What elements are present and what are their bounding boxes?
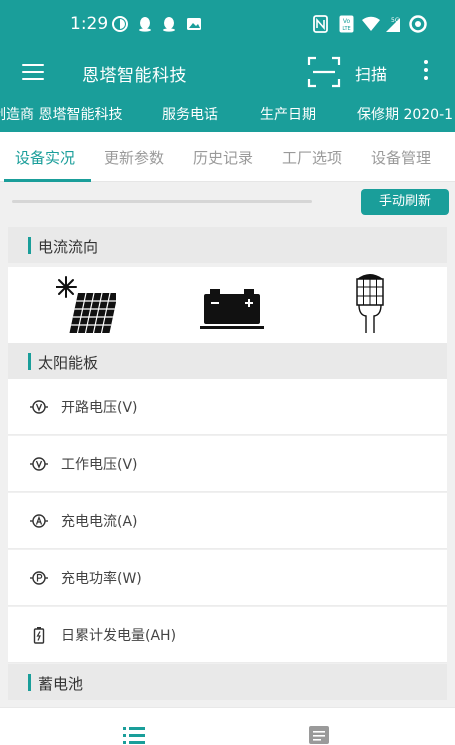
voltage-icon <box>30 400 48 414</box>
device-info-bar: 制造商 恩塔智能科技 服务电话 生产日期 保修期 2020-1 <box>0 96 455 132</box>
main-content[interactable]: 手动刷新 电流流向 太阳能板 开路电压(V) 工作电压(V) 充电电流(A) 充… <box>0 182 455 707</box>
sync-icon <box>409 15 427 33</box>
menu-icon[interactable] <box>22 64 44 80</box>
list-item-label: 充电功率(W) <box>61 571 142 587</box>
manual-refresh-button[interactable]: 手动刷新 <box>361 189 449 215</box>
app-title: 恩塔智能科技 <box>82 66 187 86</box>
list-item-label: 充电电流(A) <box>61 514 138 530</box>
volte-icon: VoLTE <box>339 15 354 33</box>
tab-device-management[interactable]: 设备管理 <box>371 147 431 168</box>
signal-5g-icon: 5G <box>386 17 400 32</box>
qq-icon-2 <box>163 17 175 32</box>
battery-charge-icon <box>33 627 45 644</box>
info-production-date: 生产日期 <box>260 107 316 123</box>
tab-history[interactable]: 历史记录 <box>193 147 253 168</box>
info-warranty: 保修期 2020-1 <box>357 107 454 123</box>
nfc-icon <box>313 15 328 33</box>
more-options-icon[interactable] <box>423 60 429 84</box>
section-current-flow: 电流流向 <box>8 227 447 263</box>
list-item-label: 日累计发电量(AH) <box>61 628 177 644</box>
ampere-icon <box>30 514 48 528</box>
section-title: 太阳能板 <box>38 354 99 372</box>
section-solar-panel: 太阳能板 <box>8 343 447 379</box>
info-manufacturer: 制造商 恩塔智能科技 <box>0 107 123 123</box>
list-item-label: 工作电压(V) <box>61 457 138 473</box>
list-view-icon[interactable] <box>123 726 145 744</box>
tab-factory-options[interactable]: 工厂选项 <box>282 147 342 168</box>
section-title: 蓄电池 <box>38 675 84 693</box>
list-item-charge-current[interactable]: 充电电流(A) <box>8 493 447 549</box>
app-bar: 恩塔智能科技 扫描 <box>0 50 455 96</box>
tab-device-status[interactable]: 设备实况 <box>15 147 75 168</box>
status-bar: 1:29 Vo LTE 5G <box>0 0 455 50</box>
document-icon[interactable] <box>309 726 329 744</box>
power-icon <box>30 571 48 585</box>
tab-update-params[interactable]: 更新参数 <box>104 147 164 168</box>
list-item-charge-power[interactable]: 充电功率(W) <box>8 550 447 606</box>
svg-text:LTE: LTE <box>342 26 350 32</box>
svg-text:5G: 5G <box>391 17 400 24</box>
scan-button[interactable]: 扫描 <box>355 61 387 85</box>
tab-bar: 设备实况 更新参数 历史记录 工厂选项 设备管理 <box>0 132 455 182</box>
street-lamp-icon <box>356 274 384 333</box>
app-notification-icon <box>112 16 128 32</box>
svg-text:Vo: Vo <box>343 18 351 25</box>
list-item-daily-generation[interactable]: 日累计发电量(AH) <box>8 607 447 663</box>
section-battery: 蓄电池 <box>8 664 447 700</box>
solar-panel-icon <box>56 276 116 333</box>
wifi-icon <box>362 16 380 31</box>
status-time: 1:29 <box>70 14 109 34</box>
list-item-open-circuit-voltage[interactable]: 开路电压(V) <box>8 379 447 435</box>
scan-icon[interactable] <box>307 56 341 88</box>
info-service-phone: 服务电话 <box>162 107 218 123</box>
list-item-label: 开路电压(V) <box>61 400 138 416</box>
battery-icon <box>200 289 264 329</box>
voltage-icon <box>30 457 48 471</box>
section-title: 电流流向 <box>38 238 99 256</box>
current-flow-diagram <box>8 267 447 343</box>
list-item-working-voltage[interactable]: 工作电压(V) <box>8 436 447 492</box>
loading-progress-bar <box>12 200 312 203</box>
bottom-navigation <box>0 707 455 745</box>
gallery-icon <box>187 18 201 30</box>
qq-icon <box>139 17 151 32</box>
